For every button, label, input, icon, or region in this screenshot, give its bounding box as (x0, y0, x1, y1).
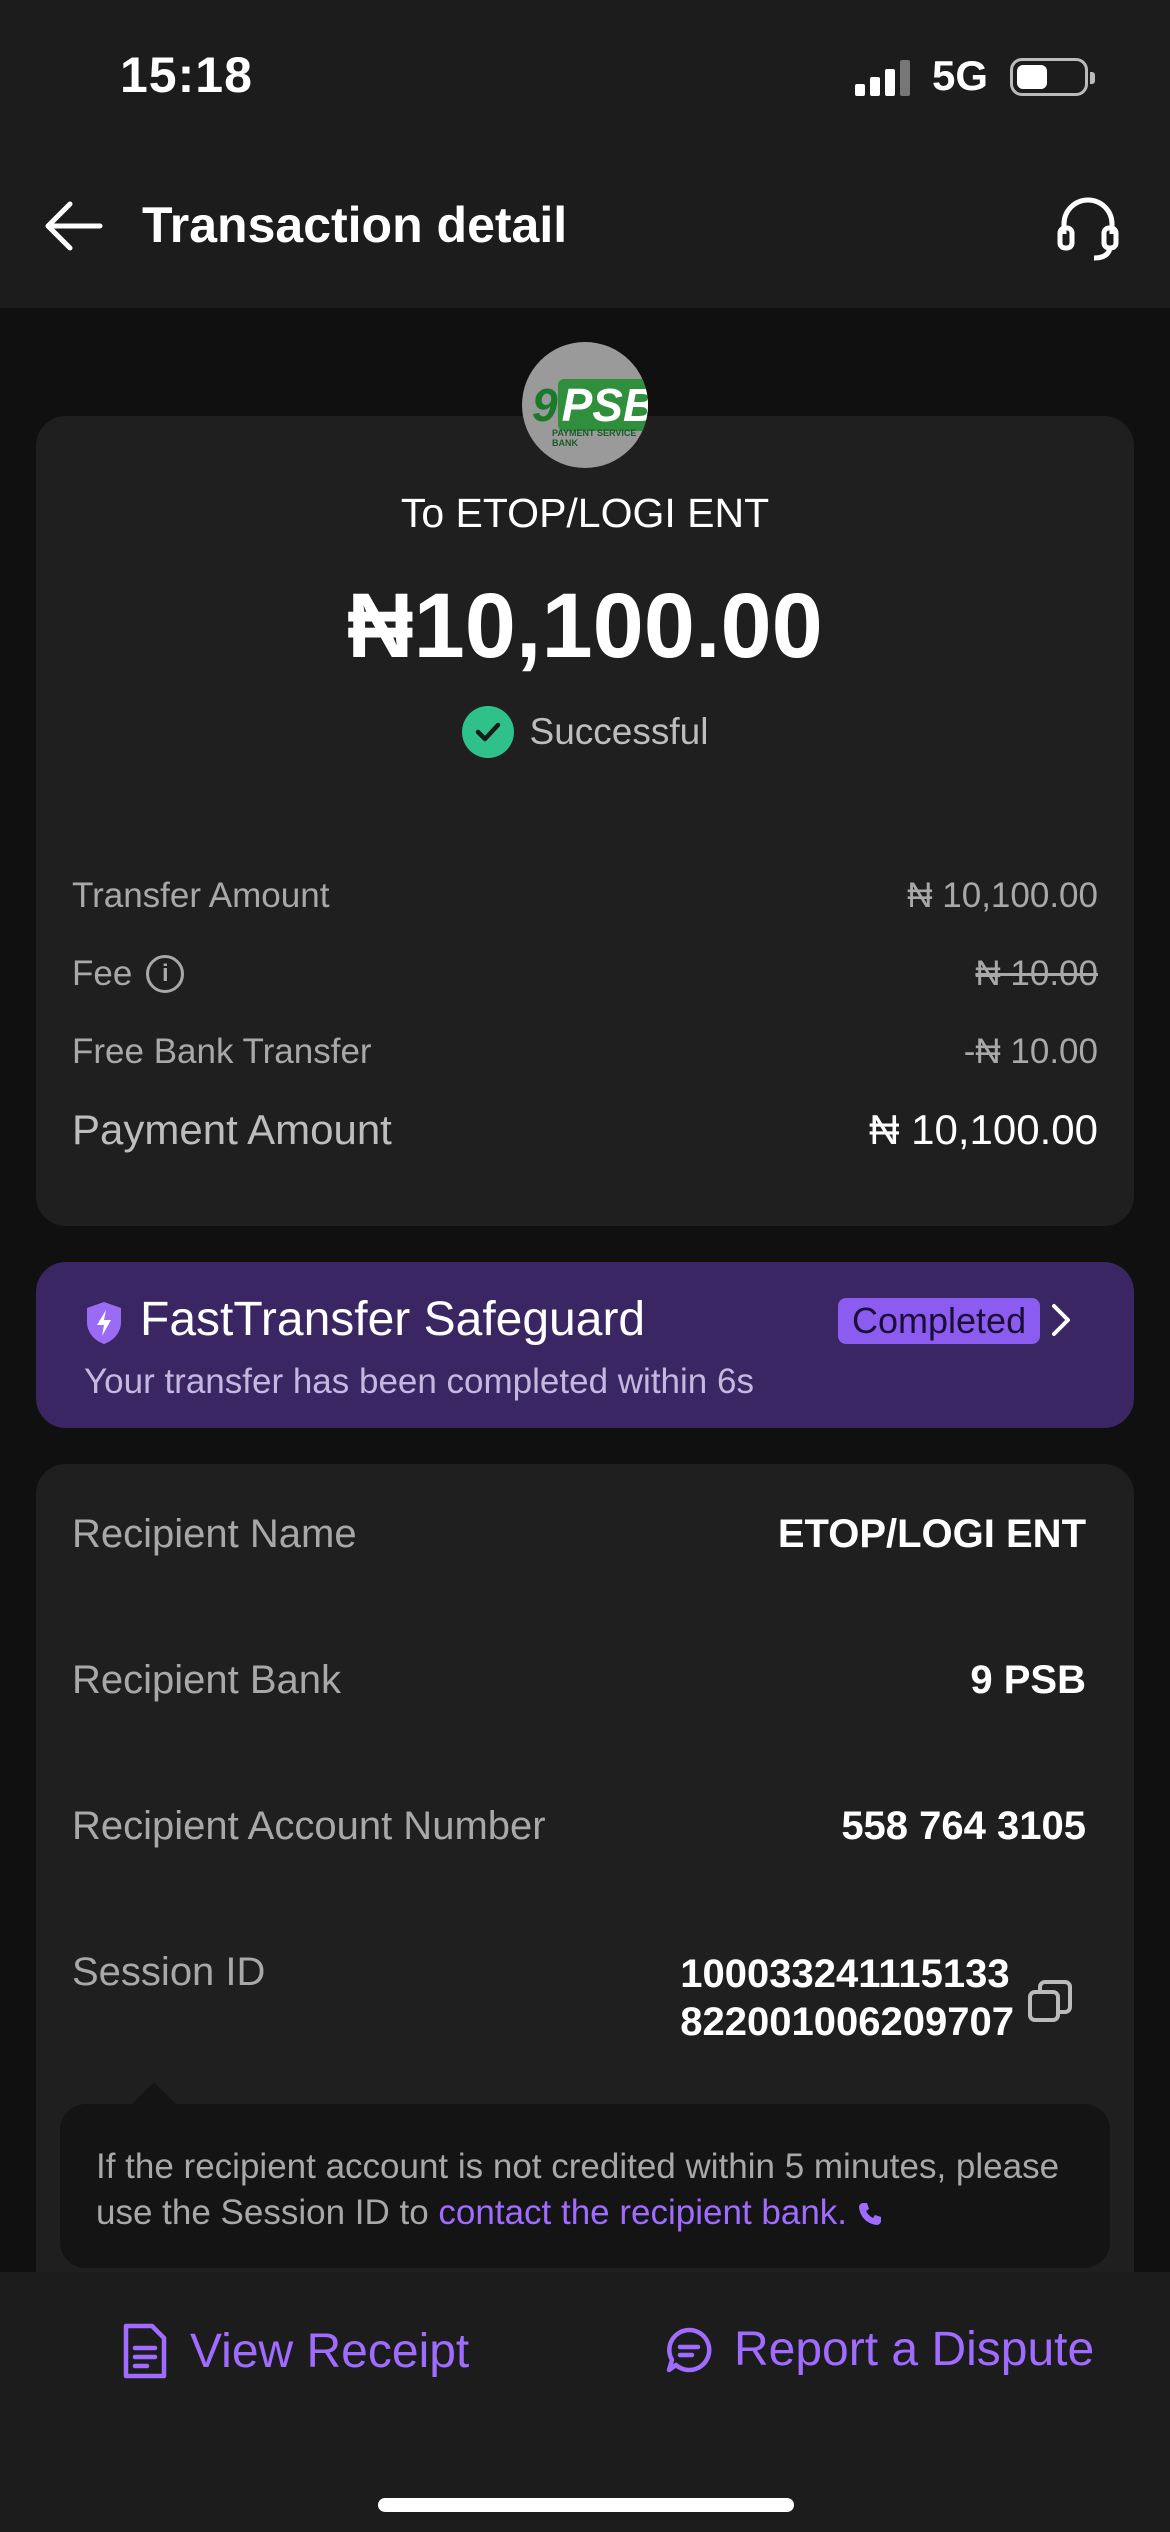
recipient-bank-row: Recipient Bank 9 PSB (72, 1658, 1086, 1703)
transfer-amount-label: Transfer Amount (72, 876, 330, 915)
recipient-account-label: Recipient Account Number (72, 1804, 546, 1848)
battery-icon (1010, 58, 1095, 96)
payment-amount-label: Payment Amount (72, 1106, 392, 1153)
network-type: 5G (932, 52, 989, 99)
session-id-tooltip: If the recipient account is not credited… (60, 2104, 1110, 2268)
bank-logo-text: 9PSB (532, 378, 648, 432)
shield-icon (84, 1300, 124, 1346)
status-text: Successful (529, 711, 709, 752)
page-title: Transaction detail (142, 197, 568, 253)
fee-value: ₦ 10.00 (975, 954, 1098, 993)
payment-amount-value: ₦ 10,100.00 (869, 1106, 1098, 1153)
free-transfer-row: Free Bank Transfer -₦ 10.00 (72, 1032, 1098, 1072)
tooltip-arrow (130, 2082, 178, 2106)
bank-logo-subtext: PAYMENT SERVICE BANK (552, 428, 637, 448)
top-bar: 15:18 5G Transaction detail (0, 0, 1170, 308)
payment-amount-row: Payment Amount ₦ 10,100.00 (72, 1106, 1098, 1154)
recipient-account-value: 558 764 3105 (841, 1804, 1086, 1848)
home-indicator[interactable] (378, 2498, 794, 2512)
bottom-action-bar: View Receipt Report a Dispute (0, 2272, 1170, 2532)
safeguard-subtitle: Your transfer has been completed within … (84, 1362, 754, 1401)
view-receipt-button[interactable]: View Receipt (120, 2322, 469, 2380)
safeguard-title: FastTransfer Safeguard (140, 1293, 646, 1346)
back-arrow-icon[interactable] (40, 190, 112, 262)
info-icon[interactable]: i (146, 955, 185, 993)
recipient-line: To ETOP/LOGI ENT (400, 490, 770, 536)
transfer-amount-row: Transfer Amount ₦ 10,100.00 (72, 876, 1098, 916)
recipient-name-value: ETOP/LOGI ENT (777, 1512, 1086, 1556)
report-dispute-button[interactable]: Report a Dispute (664, 2322, 1094, 2377)
copy-icon[interactable] (1026, 1978, 1074, 2026)
session-id-value: 100033241115133 822001006209707 (680, 1952, 1014, 2044)
session-id-label: Session ID (72, 1950, 266, 1994)
status-badge: Completed (838, 1298, 1041, 1344)
status-time: 15:18 (120, 47, 253, 103)
view-receipt-label: View Receipt (190, 2324, 470, 2378)
chat-bubble-icon (666, 2327, 712, 2372)
free-transfer-label: Free Bank Transfer (72, 1032, 372, 1071)
check-icon (461, 706, 514, 758)
fasttransfer-safeguard-banner[interactable]: FastTransfer Safeguard Completed Your tr… (36, 1262, 1134, 1428)
free-transfer-value: -₦ 10.00 (963, 1032, 1098, 1071)
receipt-icon (123, 2323, 167, 2379)
contact-bank-link[interactable]: contact the recipient bank. (438, 2193, 847, 2232)
recipient-bank-label: Recipient Bank (72, 1658, 342, 1702)
recipient-account-row: Recipient Account Number 558 764 3105 (72, 1804, 1086, 1849)
transfer-amount-value: ₦ 10,100.00 (907, 876, 1098, 915)
headset-icon[interactable] (1050, 188, 1126, 264)
fee-label: Fee (72, 954, 133, 993)
signal-icon (855, 60, 915, 96)
recipient-name-row: Recipient Name ETOP/LOGI ENT (72, 1512, 1086, 1557)
fee-row: Fee i ₦ 10.00 (72, 954, 1098, 994)
transaction-summary-card: To ETOP/LOGI ENT ₦10,100.00 Successful T… (36, 416, 1134, 1226)
bank-logo: 9PSB PAYMENT SERVICE BANK (522, 342, 648, 468)
recipient-bank-value: 9 PSB (970, 1658, 1086, 1702)
phone-icon (858, 2203, 881, 2225)
recipient-name-label: Recipient Name (72, 1512, 357, 1556)
chevron-right-icon (1046, 1300, 1076, 1340)
transaction-amount: ₦10,100.00 (347, 575, 823, 677)
status-row: Successful (36, 706, 1134, 758)
report-dispute-label: Report a Dispute (734, 2323, 1095, 2376)
